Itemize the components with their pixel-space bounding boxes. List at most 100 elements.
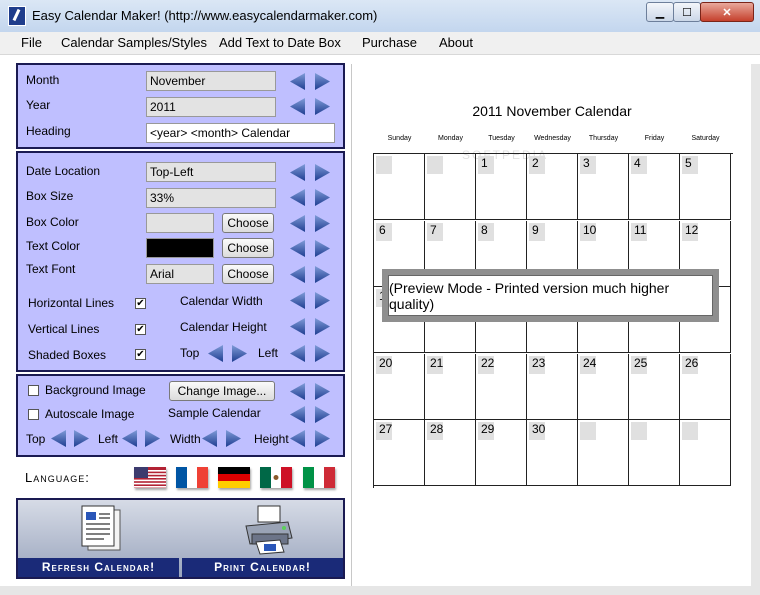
- bg-width-next-arrow-icon[interactable]: [226, 430, 241, 447]
- date-number: 3: [580, 156, 596, 174]
- box-color-label: Box Color: [26, 215, 79, 229]
- date-cell[interactable]: 26: [680, 353, 731, 420]
- bg-next-arrow-icon[interactable]: [315, 383, 330, 400]
- date-cell[interactable]: 30: [527, 420, 578, 486]
- top-offset-next-arrow-icon[interactable]: [232, 345, 247, 362]
- bg-width-prev-arrow-icon[interactable]: [202, 430, 217, 447]
- date-cell[interactable]: 5: [680, 154, 731, 220]
- menu-calendar-samples[interactable]: Calendar Samples/Styles: [61, 35, 207, 50]
- date-cell[interactable]: 0: [629, 420, 680, 486]
- minimize-button[interactable]: ▁: [646, 2, 674, 22]
- autoscale-image-checkbox[interactable]: [28, 409, 39, 420]
- date-number: 7: [427, 222, 443, 241]
- maximize-button[interactable]: ☐: [673, 2, 701, 22]
- calendar-width-next-arrow-icon[interactable]: [315, 292, 330, 309]
- text-color-prev-arrow-icon[interactable]: [290, 240, 305, 257]
- date-number: 28: [427, 422, 443, 440]
- calendar-height-prev-arrow-icon[interactable]: [290, 318, 305, 335]
- date-cell[interactable]: 2: [527, 154, 578, 220]
- month-next-arrow-icon[interactable]: [315, 73, 330, 90]
- date-cell[interactable]: 22: [476, 353, 527, 420]
- vertical-lines-checkbox[interactable]: ✔: [135, 324, 146, 335]
- box-color-choose-button[interactable]: Choose: [222, 213, 274, 233]
- it-flag-icon[interactable]: [303, 467, 335, 491]
- day-header: Thursday: [588, 135, 619, 142]
- date-location-next-arrow-icon[interactable]: [315, 164, 330, 181]
- date-cell[interactable]: 0: [578, 420, 629, 486]
- year-field[interactable]: 2011: [146, 97, 276, 117]
- shaded-boxes-checkbox[interactable]: ✔: [135, 349, 146, 360]
- top-offset-prev-arrow-icon[interactable]: [208, 345, 223, 362]
- day-header-row: Sunday Monday Tuesday Wednesday Thursday Frid…: [374, 135, 731, 145]
- de-flag-icon[interactable]: [218, 467, 250, 491]
- sample-prev-arrow-icon[interactable]: [290, 406, 305, 423]
- date-cell[interactable]: 29: [476, 420, 527, 486]
- menu-about[interactable]: About: [439, 35, 473, 50]
- us-flag-icon[interactable]: [134, 467, 166, 491]
- box-color-next-arrow-icon[interactable]: [315, 215, 330, 232]
- box-size-field[interactable]: 33%: [146, 188, 276, 208]
- date-number: 0: [631, 422, 647, 440]
- text-color-swatch: [146, 238, 214, 258]
- sample-next-arrow-icon[interactable]: [315, 406, 330, 423]
- horizontal-lines-label: Horizontal Lines: [28, 296, 115, 310]
- date-cell[interactable]: 24: [578, 353, 629, 420]
- bg-left-prev-arrow-icon[interactable]: [122, 430, 137, 447]
- date-cell[interactable]: 4: [629, 154, 680, 220]
- bg-prev-arrow-icon[interactable]: [290, 383, 305, 400]
- bg-height-next-arrow-icon[interactable]: [315, 430, 330, 447]
- date-cell[interactable]: 0: [425, 154, 476, 220]
- bg-top-label: Top: [26, 432, 46, 446]
- date-cell[interactable]: 23: [527, 353, 578, 420]
- box-color-prev-arrow-icon[interactable]: [290, 215, 305, 232]
- text-font-choose-button[interactable]: Choose: [222, 264, 274, 284]
- text-font-prev-arrow-icon[interactable]: [290, 266, 305, 283]
- date-location-prev-arrow-icon[interactable]: [290, 164, 305, 181]
- mx-flag-icon[interactable]: [260, 467, 292, 491]
- bg-top-next-arrow-icon[interactable]: [74, 430, 89, 447]
- printer-icon: [245, 505, 293, 555]
- date-location-field[interactable]: Top-Left: [146, 162, 276, 182]
- calendar-height-next-arrow-icon[interactable]: [315, 318, 330, 335]
- month-field[interactable]: November: [146, 71, 276, 91]
- refresh-calendar-button[interactable]: Refresh Calendar!: [18, 500, 179, 577]
- box-size-next-arrow-icon[interactable]: [315, 189, 330, 206]
- fr-flag-icon[interactable]: [176, 467, 208, 491]
- year-next-arrow-icon[interactable]: [315, 98, 330, 115]
- year-prev-arrow-icon[interactable]: [290, 98, 305, 115]
- date-cell[interactable]: 27: [374, 420, 425, 486]
- print-calendar-button[interactable]: Print Calendar!: [182, 500, 343, 577]
- change-image-button[interactable]: Change Image...: [169, 381, 275, 401]
- text-color-next-arrow-icon[interactable]: [315, 240, 330, 257]
- text-font-next-arrow-icon[interactable]: [315, 266, 330, 283]
- calendar-width-prev-arrow-icon[interactable]: [290, 292, 305, 309]
- date-cell[interactable]: 0: [374, 154, 425, 220]
- date-cell[interactable]: 0: [680, 420, 731, 486]
- date-cell[interactable]: 28: [425, 420, 476, 486]
- date-cell[interactable]: 1: [476, 154, 527, 220]
- text-color-choose-button[interactable]: Choose: [222, 238, 274, 258]
- background-image-checkbox[interactable]: [28, 385, 39, 396]
- left-offset-next-arrow-icon[interactable]: [315, 345, 330, 362]
- autoscale-image-label: Autoscale Image: [45, 407, 135, 421]
- horizontal-lines-checkbox[interactable]: ✔: [135, 298, 146, 309]
- date-cell[interactable]: 21: [425, 353, 476, 420]
- close-button[interactable]: ✕: [700, 2, 754, 22]
- date-cell[interactable]: 20: [374, 353, 425, 420]
- bg-top-prev-arrow-icon[interactable]: [51, 430, 66, 447]
- menu-add-text[interactable]: Add Text to Date Box: [219, 35, 341, 50]
- title-bar: Easy Calendar Maker! (http://www.easycal…: [0, 0, 760, 33]
- date-cell[interactable]: 25: [629, 353, 680, 420]
- bg-left-next-arrow-icon[interactable]: [145, 430, 160, 447]
- left-offset-prev-arrow-icon[interactable]: [290, 345, 305, 362]
- format-panel: Date Location Top-Left Box Size 33% Box …: [16, 151, 345, 372]
- shaded-boxes-label: Shaded Boxes: [28, 348, 107, 362]
- menu-file[interactable]: File: [21, 35, 42, 50]
- menu-purchase[interactable]: Purchase: [362, 35, 417, 50]
- box-size-prev-arrow-icon[interactable]: [290, 189, 305, 206]
- month-prev-arrow-icon[interactable]: [290, 73, 305, 90]
- date-cell[interactable]: 3: [578, 154, 629, 220]
- box-color-swatch: [146, 213, 214, 233]
- bg-height-prev-arrow-icon[interactable]: [290, 430, 305, 447]
- heading-input[interactable]: <year> <month> Calendar: [146, 123, 335, 143]
